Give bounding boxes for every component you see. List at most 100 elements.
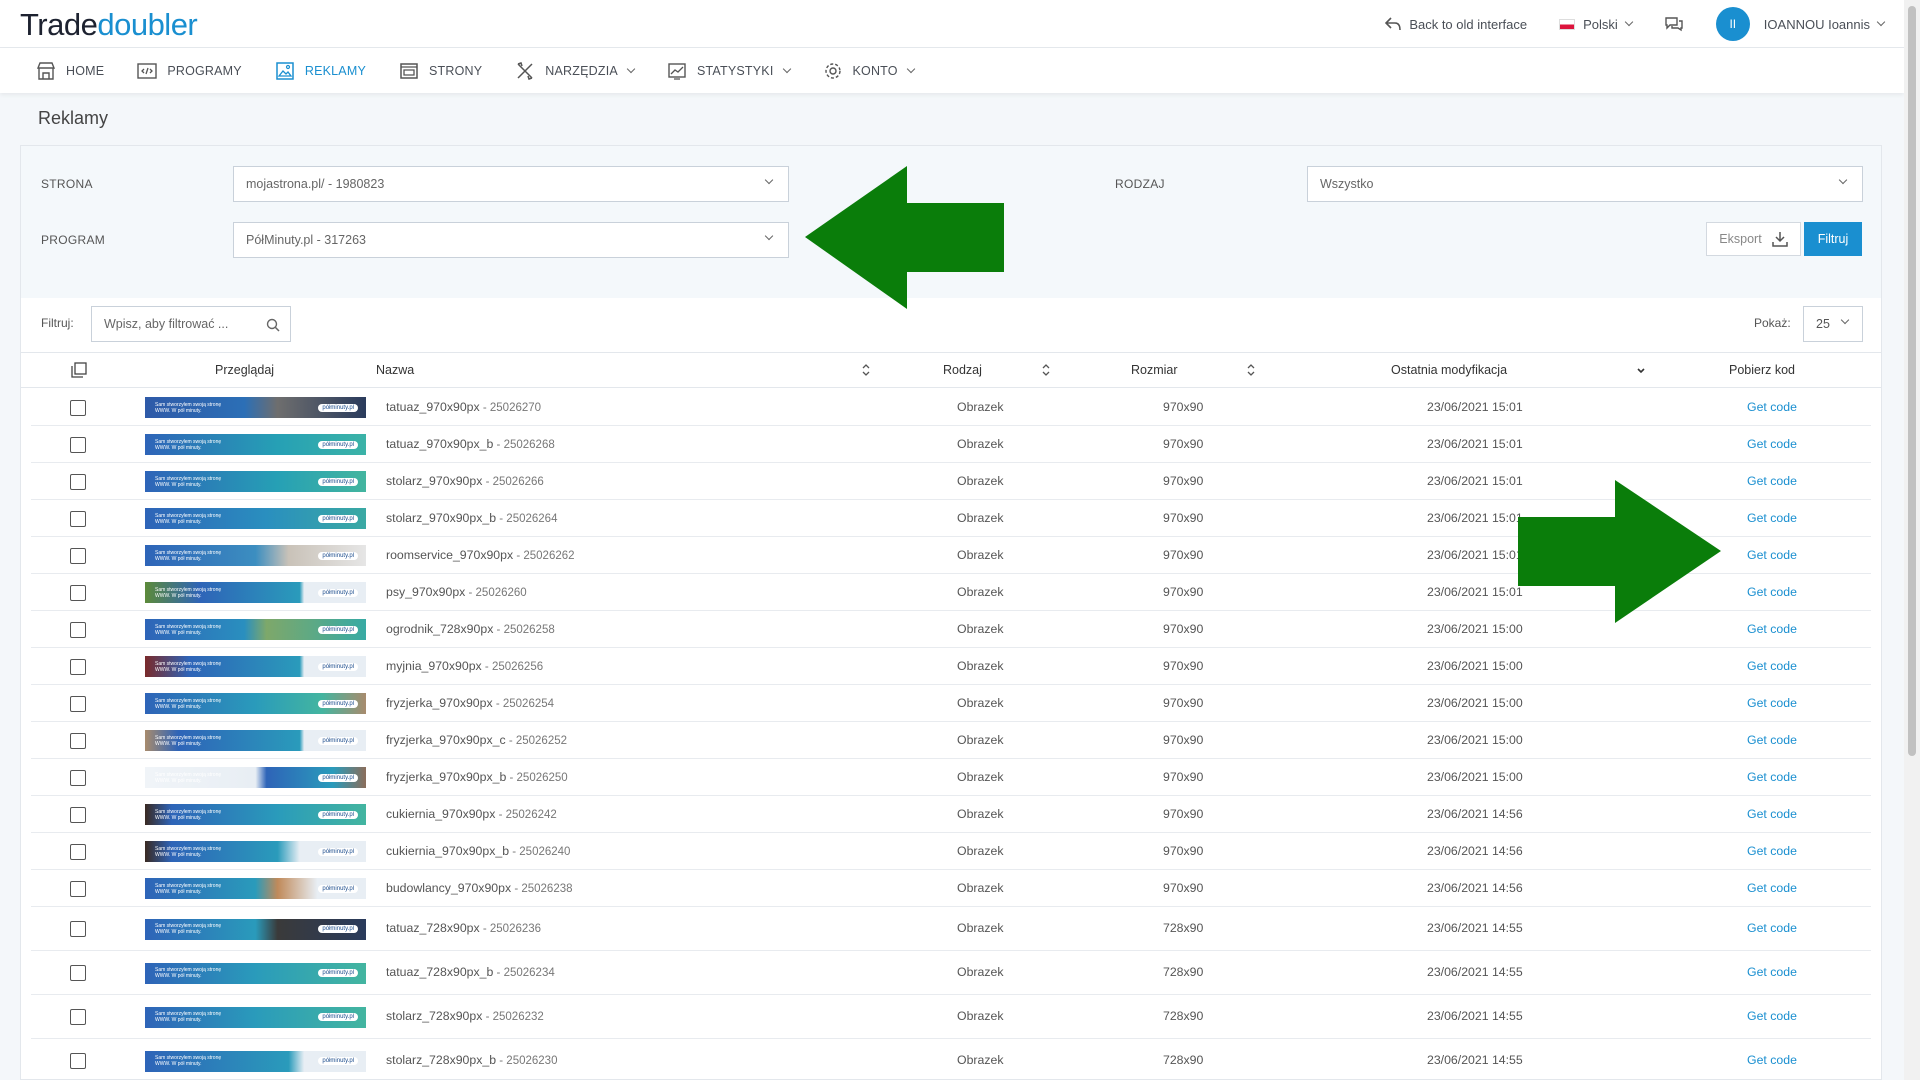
language-selector[interactable]: Polski — [1559, 17, 1634, 32]
row-checkbox[interactable] — [70, 732, 86, 749]
nav-statystyki[interactable]: STATYSTYKI — [667, 61, 791, 81]
row-checkbox[interactable] — [70, 547, 86, 564]
row-checkbox[interactable] — [70, 843, 86, 860]
back-to-old-interface-link[interactable]: Back to old interface — [1385, 17, 1527, 32]
row-checkbox[interactable] — [70, 695, 86, 712]
sort-icon[interactable] — [861, 362, 871, 378]
banner-preview[interactable]: Sam stworzyłem swoją stronę WWW. W pół m… — [145, 767, 366, 788]
ad-name-text: budowlancy_970x90px — [386, 880, 512, 895]
banner-preview[interactable]: Sam stworzyłem swoją stronę WWW. W pół m… — [145, 878, 366, 899]
banner-preview[interactable]: Sam stworzyłem swoją stronę WWW. W pół m… — [145, 918, 366, 940]
banner-preview[interactable]: Sam stworzyłem swoją stronę WWW. W pół m… — [145, 471, 366, 492]
get-code-link[interactable]: Get code — [1747, 733, 1797, 747]
header-code: Pobierz kod — [1729, 363, 1796, 377]
row-checkbox[interactable] — [70, 1009, 86, 1025]
table-row: Sam stworzyłem swoją stronę WWW. W pół m… — [31, 759, 1871, 796]
ad-id: - 25026238 — [511, 882, 573, 895]
get-code-link[interactable]: Get code — [1747, 696, 1797, 710]
scrollbar[interactable] — [1904, 0, 1920, 1080]
row-checkbox[interactable] — [70, 965, 86, 981]
get-code-link[interactable]: Get code — [1747, 622, 1797, 636]
program-select[interactable]: PółMinuty.pl - 317263 — [233, 222, 789, 258]
messages-button[interactable] — [1664, 15, 1684, 33]
get-code-link[interactable]: Get code — [1747, 770, 1797, 784]
get-code-link[interactable]: Get code — [1747, 844, 1797, 858]
row-checkbox[interactable] — [70, 769, 86, 786]
banner-preview[interactable]: Sam stworzyłem swoją stronę WWW. W pół m… — [145, 730, 366, 751]
row-checkbox[interactable] — [70, 584, 86, 601]
rodzaj-select[interactable]: Wszystko — [1307, 166, 1863, 202]
banner-preview[interactable]: Sam stworzyłem swoją stronę WWW. W pół m… — [145, 804, 366, 825]
row-checkbox[interactable] — [70, 658, 86, 675]
get-code-link[interactable]: Get code — [1747, 437, 1797, 451]
get-code-link[interactable]: Get code — [1747, 1009, 1797, 1023]
banner-preview[interactable]: Sam stworzyłem swoją stronę WWW. W pół m… — [145, 508, 366, 529]
nav-reklamy[interactable]: REKLAMY — [275, 61, 366, 81]
get-code-link[interactable]: Get code — [1747, 400, 1797, 414]
row-checkbox[interactable] — [70, 921, 86, 937]
row-checkbox[interactable] — [70, 436, 86, 453]
get-code-link[interactable]: Get code — [1747, 881, 1797, 895]
nav-strony[interactable]: STRONY — [399, 61, 482, 81]
banner-preview[interactable]: Sam stworzyłem swoją stronę WWW. W pół m… — [145, 693, 366, 714]
header-size[interactable]: Rozmiar — [1131, 363, 1178, 377]
get-code-link[interactable]: Get code — [1747, 921, 1797, 935]
row-checkbox[interactable] — [70, 880, 86, 897]
get-code-link[interactable]: Get code — [1747, 548, 1797, 562]
row-checkbox[interactable] — [70, 1053, 86, 1069]
ad-modified-date: 23/06/2021 15:01 — [1427, 473, 1523, 488]
export-button[interactable]: Eksport — [1706, 222, 1801, 256]
page-size-value: 25 — [1816, 317, 1830, 331]
ad-modified-date: 23/06/2021 15:00 — [1427, 732, 1523, 747]
banner-preview[interactable]: Sam stworzyłem swoją stronę WWW. W pół m… — [145, 434, 366, 455]
banner-preview[interactable]: Sam stworzyłem swoją stronę WWW. W pół m… — [145, 1006, 366, 1028]
ad-kind: Obrazek — [957, 473, 1004, 488]
chevron-down-icon — [764, 231, 774, 241]
row-checkbox[interactable] — [70, 399, 86, 416]
get-code-link[interactable]: Get code — [1747, 807, 1797, 821]
row-checkbox[interactable] — [70, 510, 86, 527]
row-checkbox[interactable] — [70, 806, 86, 823]
nav-konto[interactable]: KONTO — [823, 61, 915, 81]
get-code-link[interactable]: Get code — [1747, 659, 1797, 673]
ad-name-text: fryzjerka_970x90px_b — [386, 769, 507, 784]
get-code-link[interactable]: Get code — [1747, 585, 1797, 599]
nav-narzedzia[interactable]: NARZĘDZIA — [515, 61, 636, 81]
nav-label: REKLAMY — [304, 63, 366, 78]
main-nav: HOME PROGRAMY REKLAMY STRONY NARZĘDZIA S… — [0, 48, 1904, 93]
strona-select[interactable]: mojastrona.pl/ - 1980823 — [233, 166, 789, 202]
tradedoubler-logo[interactable]: Tradedoubler — [20, 7, 198, 43]
banner-preview[interactable]: Sam stworzyłem swoją stronę WWW. W pół m… — [145, 1050, 366, 1072]
nav-home[interactable]: HOME — [36, 61, 104, 81]
banner-preview[interactable]: Sam stworzyłem swoją stronę WWW. W pół m… — [145, 582, 366, 603]
sort-icon[interactable] — [1041, 362, 1051, 378]
ad-name: tatuaz_970x90px - 25026270 — [386, 400, 541, 414]
banner-logo: półminuty.pl — [318, 699, 358, 708]
get-code-link[interactable]: Get code — [1747, 1053, 1797, 1067]
banner-preview[interactable]: Sam stworzyłem swoją stronę WWW. W pół m… — [145, 397, 366, 418]
header-kind[interactable]: Rodzaj — [943, 363, 982, 377]
banner-preview[interactable]: Sam stworzyłem swoją stronę WWW. W pół m… — [145, 841, 366, 862]
get-code-link[interactable]: Get code — [1747, 511, 1797, 525]
sort-desc-icon[interactable] — [1636, 362, 1646, 378]
ad-modified-date: 23/06/2021 15:01 — [1427, 510, 1523, 525]
filter-button[interactable]: Filtruj — [1804, 222, 1862, 256]
user-menu[interactable]: II IOANNOU Ioannis — [1715, 7, 1886, 41]
banner-logo: półminuty.pl — [318, 440, 358, 449]
banner-preview[interactable]: Sam stworzyłem swoją stronę WWW. W pół m… — [145, 619, 366, 640]
banner-preview[interactable]: Sam stworzyłem swoją stronę WWW. W pół m… — [145, 962, 366, 984]
search-input[interactable]: Wpisz, aby filtrować ... — [91, 306, 291, 342]
header-name[interactable]: Nazwa — [376, 363, 414, 377]
row-checkbox[interactable] — [70, 621, 86, 638]
banner-preview[interactable]: Sam stworzyłem swoją stronę WWW. W pół m… — [145, 545, 366, 566]
page-size-select[interactable]: 25 — [1803, 306, 1863, 342]
row-checkbox[interactable] — [70, 473, 86, 490]
get-code-link[interactable]: Get code — [1747, 965, 1797, 979]
scrollbar-thumb[interactable] — [1908, 6, 1916, 756]
get-code-link[interactable]: Get code — [1747, 474, 1797, 488]
banner-preview[interactable]: Sam stworzyłem swoją stronę WWW. W pół m… — [145, 656, 366, 677]
header-modified[interactable]: Ostatnia modyfikacja — [1391, 363, 1507, 377]
select-all-icon[interactable] — [71, 362, 87, 378]
nav-programy[interactable]: PROGRAMY — [137, 61, 242, 81]
sort-icon[interactable] — [1246, 362, 1256, 378]
